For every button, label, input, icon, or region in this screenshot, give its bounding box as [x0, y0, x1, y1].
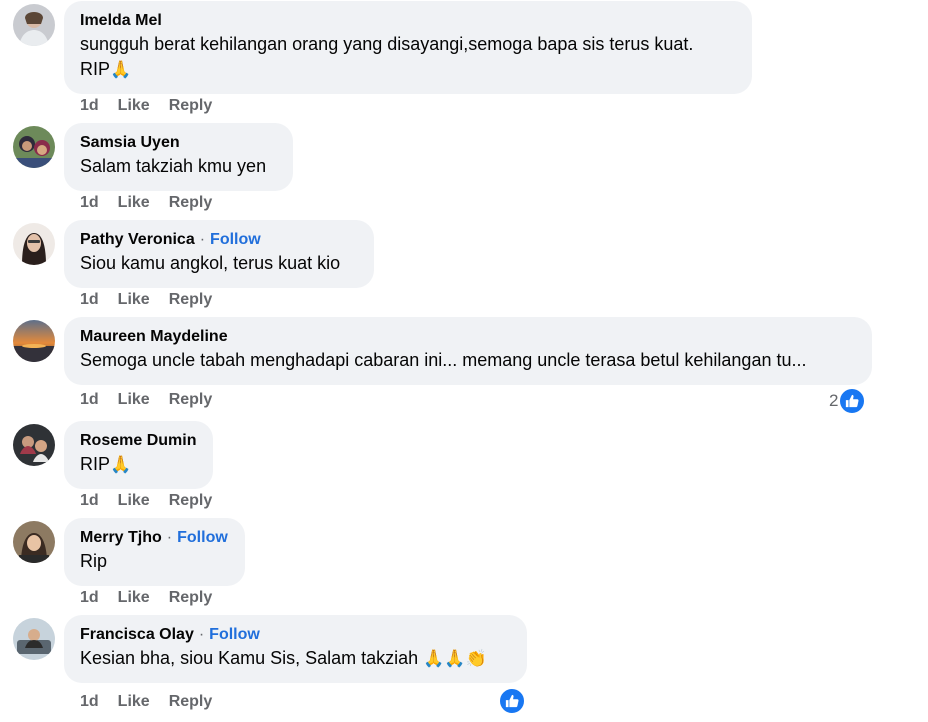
author-name[interactable]: Roseme Dumin: [80, 430, 197, 452]
reply-button[interactable]: Reply: [169, 589, 213, 606]
comment-actions: 1d Like Reply: [80, 391, 231, 409]
comment-text: Salam takziah kmu yen: [80, 156, 267, 176]
comment-bubble: Imelda Mel sungguh berat kehilangan oran…: [64, 1, 752, 94]
comment-text: Rip: [80, 551, 108, 571]
like-button[interactable]: Like: [118, 194, 150, 211]
avatar[interactable]: [13, 320, 55, 362]
separator-dot: ·: [198, 626, 205, 643]
avatar[interactable]: [13, 521, 55, 563]
timestamp[interactable]: 1d: [80, 589, 99, 606]
comment-text-line2: RIP: [80, 59, 111, 79]
comment-text: sungguh berat kehilangan orang yang disa…: [80, 34, 694, 54]
pray-emoji-icon: 🙏: [110, 455, 132, 475]
timestamp[interactable]: 1d: [80, 194, 99, 211]
reply-button[interactable]: Reply: [169, 291, 213, 308]
reaction-count: 2: [829, 391, 839, 410]
comment-bubble: Roseme Dumin RIP🙏: [64, 421, 213, 489]
separator-dot: ·: [166, 529, 173, 546]
comment-actions: 1d Like Reply: [80, 291, 231, 309]
pray-clap-emoji-icon: 🙏🙏👏: [423, 649, 487, 669]
reply-button[interactable]: Reply: [169, 194, 213, 211]
follow-button[interactable]: Follow: [177, 529, 228, 546]
separator-dot: ·: [199, 231, 206, 248]
pray-emoji-icon: 🙏: [110, 60, 132, 80]
comment-bubble: Samsia Uyen Salam takziah kmu yen: [64, 123, 293, 191]
avatar[interactable]: [13, 126, 55, 168]
like-button[interactable]: Like: [118, 97, 150, 114]
reply-button[interactable]: Reply: [169, 97, 213, 114]
reply-button[interactable]: Reply: [169, 391, 213, 408]
timestamp[interactable]: 1d: [80, 391, 99, 408]
author-name[interactable]: Samsia Uyen: [80, 132, 277, 154]
like-thumb-icon: [838, 387, 867, 415]
like-button[interactable]: Like: [118, 693, 150, 710]
like-thumb-icon: [498, 687, 526, 715]
comment-text: Siou kamu angkol, terus kuat kio: [80, 253, 341, 273]
author-name[interactable]: Maureen Maydeline: [80, 326, 856, 348]
comment-actions: 1d Like Reply: [80, 492, 231, 510]
like-button[interactable]: Like: [118, 291, 150, 308]
author-name[interactable]: Pathy Veronica: [80, 231, 195, 248]
comment-bubble: Pathy Veronica · Follow Siou kamu angkol, …: [64, 220, 374, 288]
comment-text: Semoga uncle tabah menghadapi cabaran in…: [80, 350, 807, 370]
like-button[interactable]: Like: [118, 492, 150, 509]
reaction-summary[interactable]: 2: [829, 387, 867, 415]
like-button[interactable]: Like: [118, 589, 150, 606]
comment-actions: 1d Like Reply: [80, 194, 231, 212]
timestamp[interactable]: 1d: [80, 492, 99, 509]
comment-text: Kesian bha, siou Kamu Sis, Salam takziah: [80, 648, 424, 668]
timestamp[interactable]: 1d: [80, 693, 99, 710]
comment-actions: 1d Like Reply: [80, 693, 231, 711]
like-button[interactable]: Like: [118, 391, 150, 408]
timestamp[interactable]: 1d: [80, 291, 99, 308]
reply-button[interactable]: Reply: [169, 693, 213, 710]
author-name[interactable]: Imelda Mel: [80, 10, 736, 32]
comment-text: RIP: [80, 454, 111, 474]
reaction-summary[interactable]: [498, 687, 526, 715]
comment-actions: 1d Like Reply: [80, 589, 231, 607]
follow-button[interactable]: Follow: [210, 231, 261, 248]
avatar[interactable]: [13, 223, 55, 265]
author-name[interactable]: Francisca Olay: [80, 626, 194, 643]
reply-button[interactable]: Reply: [169, 492, 213, 509]
follow-button[interactable]: Follow: [209, 626, 260, 643]
avatar[interactable]: [13, 424, 55, 466]
comment-bubble: Maureen Maydeline Semoga uncle tabah men…: [64, 317, 872, 385]
avatar[interactable]: [13, 618, 55, 660]
avatar[interactable]: [13, 4, 55, 46]
timestamp[interactable]: 1d: [80, 97, 99, 114]
comment-bubble: Francisca Olay · Follow Kesian bha, siou K…: [64, 615, 527, 683]
author-name[interactable]: Merry Tjho: [80, 529, 162, 546]
comment-actions: 1d Like Reply: [80, 97, 231, 115]
comment-bubble: Merry Tjho · Follow Rip: [64, 518, 245, 586]
